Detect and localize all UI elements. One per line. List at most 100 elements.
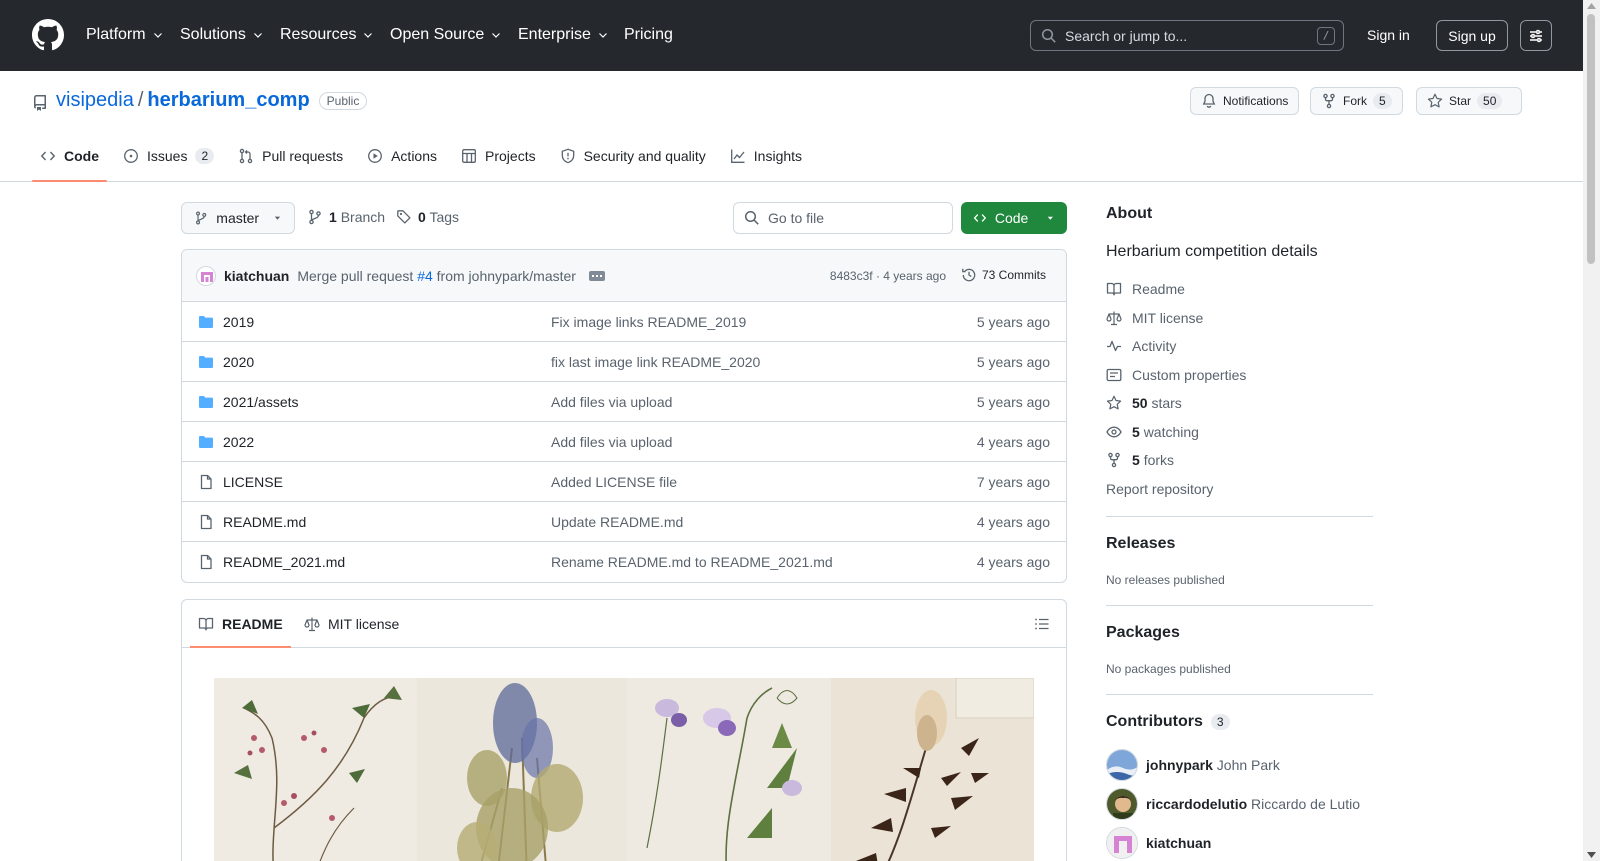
nav-resources[interactable]: Resources — [280, 24, 374, 46]
scroll-up-arrow-icon[interactable] — [1587, 3, 1596, 9]
releases-heading[interactable]: Releases — [1106, 535, 1175, 553]
contributor-item[interactable]: johnypark John Park — [1106, 749, 1280, 781]
avatar[interactable] — [196, 265, 216, 286]
file-name-link[interactable]: 2022 — [223, 434, 254, 450]
forks-count: 5 — [1132, 452, 1140, 468]
book-icon — [1106, 282, 1122, 296]
list-icon[interactable] — [1034, 616, 1050, 632]
contributor-login: kiatchuan — [1146, 835, 1212, 851]
file-commit-link[interactable]: Update README.md — [551, 514, 683, 530]
avatar[interactable] — [1106, 788, 1138, 820]
commit-author-link[interactable]: kiatchuan — [224, 268, 289, 284]
expand-commit-button[interactable] — [588, 270, 605, 281]
file-commit-link[interactable]: Added LICENSE file — [551, 474, 677, 490]
file-commit-link[interactable]: Rename README.md to README_2021.md — [551, 554, 833, 570]
commit-sha[interactable]: 8483c3f — [830, 269, 873, 283]
branch-icon — [196, 211, 207, 225]
go-to-file-input[interactable] — [768, 210, 938, 226]
repo-owner-link[interactable]: visipedia — [56, 89, 134, 112]
file-name-link[interactable]: 2020 — [223, 354, 254, 370]
commit-message-post[interactable]: from johnypark/master — [437, 268, 576, 284]
file-name-link[interactable]: 2019 — [223, 314, 254, 330]
stars-link[interactable]: 50 stars — [1106, 395, 1182, 411]
star-button[interactable]: Star 50 — [1416, 87, 1522, 115]
readme-tab[interactable]: README — [190, 600, 291, 648]
activity-link[interactable]: Activity — [1106, 338, 1176, 354]
readme-link[interactable]: Readme — [1106, 281, 1185, 297]
file-commit-link[interactable]: Fix image links README_2019 — [551, 314, 746, 330]
repo-tabs: Code Issues 2 Pull requests Actions Proj… — [32, 129, 818, 182]
packages-heading[interactable]: Packages — [1106, 624, 1180, 642]
pr-link[interactable]: #4 — [417, 268, 433, 284]
notifications-label: Notifications — [1223, 94, 1289, 108]
forks-link[interactable]: 5 forks — [1106, 452, 1174, 468]
custom-properties-link[interactable]: Custom properties — [1106, 367, 1246, 383]
folder-icon — [199, 436, 213, 448]
readme-tabs: README MIT license — [182, 600, 1066, 648]
herbarium-banner-image — [214, 678, 1034, 861]
nav-enterprise[interactable]: Enterprise — [518, 24, 609, 46]
fork-button[interactable]: Fork 5 — [1310, 87, 1403, 115]
commit-message-pre[interactable]: Merge pull request — [297, 268, 413, 284]
history-icon — [962, 268, 976, 282]
contributor-item[interactable]: riccardodelutio Riccardo de Lutio — [1106, 788, 1360, 820]
file-browser: kiatchuan Merge pull request #4 from joh… — [181, 249, 1067, 583]
github-logo-icon[interactable] — [32, 19, 64, 51]
scrollbar-thumb[interactable] — [1587, 14, 1595, 264]
nav-open-source[interactable]: Open Source — [390, 24, 502, 46]
tab-security[interactable]: Security and quality — [552, 129, 714, 182]
go-to-file[interactable] — [733, 202, 953, 234]
nav-label: Solutions — [180, 26, 246, 43]
file-name-link[interactable]: README_2021.md — [223, 554, 345, 570]
contributor-login: riccardodelutio — [1146, 796, 1248, 812]
watchers-link[interactable]: 5 watching — [1106, 424, 1199, 440]
nav-platform[interactable]: Platform — [86, 24, 164, 46]
code-dropdown-button[interactable]: Code — [961, 202, 1067, 234]
repo-name-link[interactable]: herbarium_comp — [147, 89, 309, 112]
search-icon — [1041, 28, 1056, 43]
chevron-down-icon — [598, 33, 607, 38]
tab-actions[interactable]: Actions — [359, 129, 445, 182]
avatar[interactable] — [1106, 749, 1138, 781]
sign-in-link[interactable]: Sign in — [1367, 27, 1410, 43]
tab-pull-requests[interactable]: Pull requests — [230, 129, 351, 182]
tab-projects[interactable]: Projects — [453, 129, 544, 182]
avatar[interactable] — [1106, 827, 1138, 859]
license-link-label: MIT license — [1132, 310, 1204, 326]
file-date: 7 years ago — [976, 474, 1050, 490]
file-commit-link[interactable]: Add files via upload — [551, 434, 672, 450]
file-row: 2021/assets Add files via upload 5 years a… — [182, 382, 1066, 422]
tab-issues[interactable]: Issues 2 — [115, 129, 222, 182]
search-input[interactable] — [1065, 27, 1305, 44]
nav-solutions[interactable]: Solutions — [180, 24, 264, 46]
branch-select-button[interactable]: master — [181, 202, 295, 234]
file-name-link[interactable]: LICENSE — [223, 474, 283, 490]
branches-link[interactable]: 1 Branch — [307, 209, 385, 225]
sign-up-button[interactable]: Sign up — [1436, 20, 1508, 51]
report-repository-link[interactable]: Report repository — [1106, 481, 1213, 497]
contributor-item[interactable]: kiatchuan — [1106, 827, 1211, 859]
file-commit-link[interactable]: fix last image link README_2020 — [551, 354, 760, 370]
nav-pricing[interactable]: Pricing — [624, 24, 673, 46]
global-search[interactable]: / — [1030, 20, 1344, 51]
tab-label: Actions — [391, 147, 438, 164]
license-link[interactable]: MIT license — [1106, 310, 1203, 326]
command-palette-button[interactable] — [1520, 20, 1552, 51]
contributors-heading[interactable]: Contributors 3 — [1106, 713, 1230, 731]
commits-history-link[interactable]: 73 Commits — [961, 267, 1046, 283]
file-name-link[interactable]: 2021/assets — [223, 394, 299, 410]
tags-link[interactable]: 0 Tags — [396, 209, 459, 225]
herbarium-sheet-1 — [214, 678, 417, 861]
file-list: 2019 Fix image links README_2019 5 years a… — [182, 302, 1066, 582]
file-name-link[interactable]: README.md — [223, 514, 306, 530]
file-icon — [200, 474, 212, 490]
tab-code[interactable]: Code — [32, 129, 107, 182]
notifications-button[interactable]: Notifications — [1190, 87, 1300, 115]
contributor-name: Riccardo de Lutio — [1251, 796, 1360, 812]
license-tab[interactable]: MIT license — [304, 600, 399, 648]
file-commit-link[interactable]: Add files via upload — [551, 394, 672, 410]
tab-insights[interactable]: Insights — [722, 129, 810, 182]
fork-icon — [1323, 93, 1335, 109]
scroll-down-arrow-icon[interactable] — [1587, 852, 1596, 858]
code-icon — [40, 151, 56, 160]
